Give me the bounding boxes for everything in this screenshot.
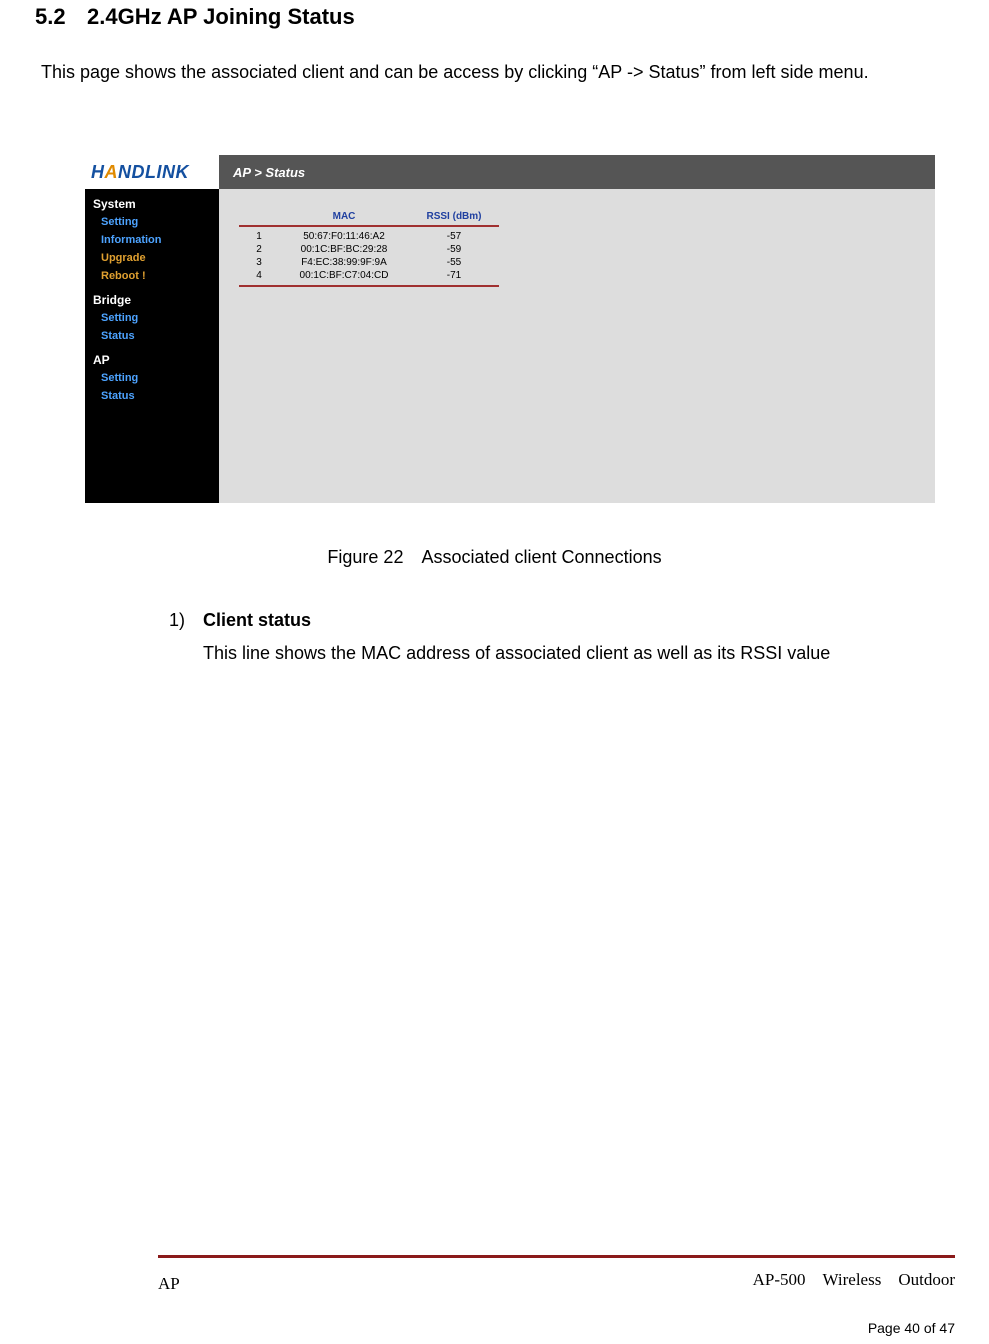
list-item-description: This line shows the MAC address of assoc… (203, 639, 954, 668)
cell-rssi: -55 (409, 257, 499, 268)
screenshot-sidebar: HANDLINK System Setting Information Upgr… (85, 155, 219, 503)
cell-idx: 3 (239, 257, 279, 268)
table-body: 1 50:67:F0:11:46:A2 -57 2 00:1C:BF:BC:29… (239, 227, 499, 287)
cell-idx: 1 (239, 231, 279, 242)
section-heading: 5.22.4GHz AP Joining Status (35, 4, 954, 30)
cell-mac: 50:67:F0:11:46:A2 (279, 231, 409, 242)
col-header-index (239, 211, 279, 222)
nav-item-system-upgrade[interactable]: Upgrade (85, 249, 219, 267)
cell-mac: F4:EC:38:99:9F:9A (279, 257, 409, 268)
cell-mac: 00:1C:BF:BC:29:28 (279, 244, 409, 255)
list-item-title: Client status (203, 610, 311, 631)
logo-h: H (91, 162, 105, 183)
cell-idx: 4 (239, 270, 279, 281)
figure-caption: Figure 22 Associated client Connections (35, 547, 954, 568)
cell-mac: 00:1C:BF:C7:04:CD (279, 270, 409, 281)
footer-model: AP-500 Wireless Outdoor (753, 1270, 955, 1290)
embedded-screenshot: HANDLINK System Setting Information Upgr… (85, 131, 935, 503)
footer-page-number: Page 40 of 47 (868, 1320, 955, 1336)
nav-item-system-information[interactable]: Information (85, 231, 219, 249)
screenshot-topbar (85, 131, 935, 155)
table-row: 2 00:1C:BF:BC:29:28 -59 (239, 243, 499, 256)
logo-a: A (105, 162, 119, 183)
nav-item-system-reboot[interactable]: Reboot ! (85, 267, 219, 285)
footer-line2: AP (158, 1274, 180, 1294)
nav-heading-ap: AP (85, 345, 219, 369)
cell-rssi: -71 (409, 270, 499, 281)
list-number: 1) (163, 610, 185, 631)
table-row: 1 50:67:F0:11:46:A2 -57 (239, 230, 499, 243)
breadcrumb: AP > Status (219, 155, 935, 189)
table-row: 3 F4:EC:38:99:9F:9A -55 (239, 256, 499, 269)
footer-divider (158, 1255, 955, 1258)
nav-heading-system: System (85, 189, 219, 213)
client-table: MAC RSSI (dBm) 1 50:67:F0:11:46:A2 -57 2… (239, 211, 499, 287)
nav-item-bridge-setting[interactable]: Setting (85, 309, 219, 327)
col-header-mac: MAC (279, 211, 409, 222)
col-header-rssi: RSSI (dBm) (409, 211, 499, 222)
nav-item-ap-setting[interactable]: Setting (85, 369, 219, 387)
table-row: 4 00:1C:BF:C7:04:CD -71 (239, 269, 499, 282)
ordered-list: 1) Client status This line shows the MAC… (163, 610, 954, 668)
logo-rest: NDLINK (118, 162, 189, 183)
nav-heading-bridge: Bridge (85, 285, 219, 309)
nav-item-system-setting[interactable]: Setting (85, 213, 219, 231)
section-number: 5.2 (35, 4, 87, 30)
nav-item-ap-status[interactable]: Status (85, 387, 219, 405)
logo: HANDLINK (85, 155, 219, 189)
nav-item-bridge-status[interactable]: Status (85, 327, 219, 345)
table-header-row: MAC RSSI (dBm) (239, 211, 499, 227)
cell-rssi: -57 (409, 231, 499, 242)
screenshot-content: AP > Status MAC RSSI (dBm) 1 50:67:F0:11… (219, 155, 935, 503)
intro-paragraph: This page shows the associated client an… (41, 62, 954, 83)
cell-idx: 2 (239, 244, 279, 255)
section-title: 2.4GHz AP Joining Status (87, 4, 355, 29)
cell-rssi: -59 (409, 244, 499, 255)
